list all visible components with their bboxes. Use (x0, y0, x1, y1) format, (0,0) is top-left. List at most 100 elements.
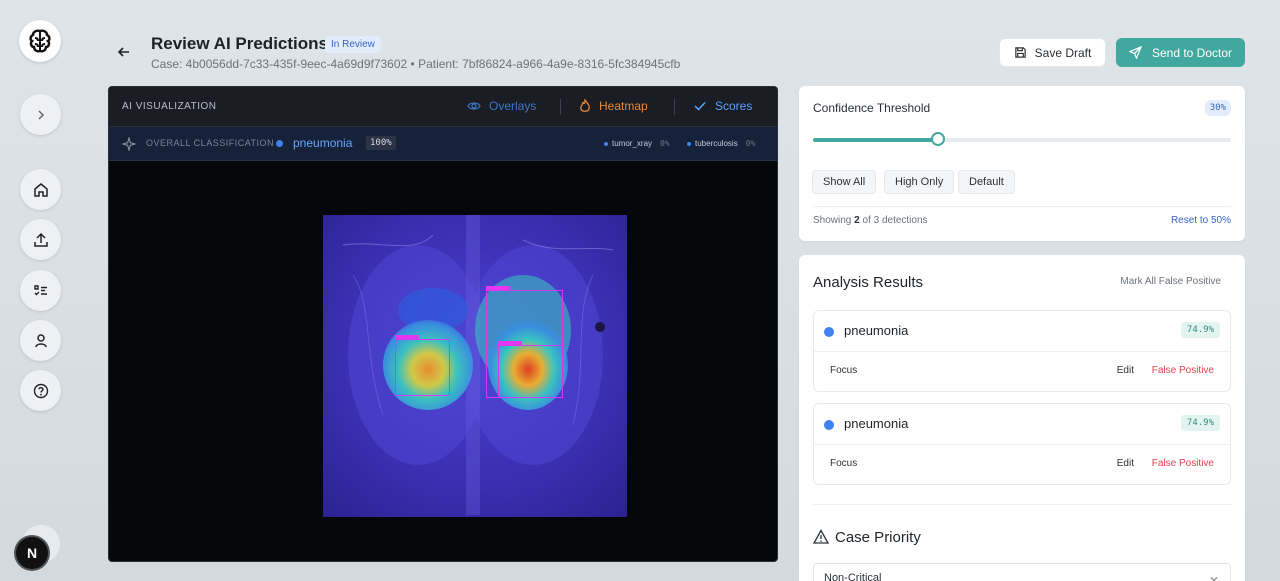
tab-heatmap[interactable]: Heatmap (579, 99, 648, 113)
tab-overlays-label: Overlays (489, 99, 537, 113)
class-dot (687, 141, 691, 146)
tasks-button[interactable] (20, 270, 61, 311)
chevron-right-icon (37, 109, 44, 120)
upload-icon (33, 232, 48, 247)
false-positive-button[interactable]: False Positive (1152, 365, 1214, 376)
visualization-label: AI VISUALIZATION (122, 101, 217, 112)
home-icon (33, 182, 48, 197)
slider-thumb[interactable] (931, 132, 946, 146)
detection-score: 74.9% (1180, 415, 1220, 431)
detection-box-tag (486, 286, 510, 290)
checklist-icon (33, 284, 47, 295)
detections-count-text: Showing 2 of 3 detections (813, 215, 928, 226)
showing-prefix: Showing (813, 215, 852, 226)
eye-icon (467, 102, 481, 110)
other-class-tumor: tumor_xray 0% (604, 139, 670, 148)
status-badge: In Review (325, 36, 381, 53)
edit-button[interactable]: Edit (1117, 458, 1134, 469)
flame-icon (580, 99, 590, 112)
preset-default-button[interactable]: Default (958, 170, 1015, 194)
expand-sidebar-button[interactable] (20, 94, 61, 135)
divider (813, 504, 1231, 505)
profile-button[interactable] (20, 320, 61, 361)
analysis-results-panel: Analysis Results Mark All False Positive… (799, 255, 1245, 581)
visualization-toolbar: AI VISUALIZATION Overlays Heatmap Scores (109, 87, 777, 127)
sidebar: N (0, 0, 82, 581)
classification-label: OVERALL CLASSIFICATION (146, 138, 275, 148)
reset-threshold-link[interactable]: Reset to 50% (1171, 215, 1231, 226)
user-icon (34, 333, 47, 347)
tab-divider (674, 99, 675, 115)
mark-all-false-positive-button[interactable]: Mark All False Positive (1120, 276, 1221, 287)
help-icon (33, 383, 48, 398)
classification-percent: 100% (366, 136, 396, 150)
tab-heatmap-label: Heatmap (599, 99, 648, 113)
tab-divider (560, 99, 561, 115)
confidence-value: 30% (1204, 100, 1231, 116)
help-button[interactable] (20, 370, 61, 411)
divider (814, 351, 1230, 352)
classification-dot (276, 140, 283, 147)
detection-name: pneumonia (844, 323, 909, 338)
sparkle-icon (122, 137, 136, 151)
slider-fill (813, 138, 939, 142)
upload-button[interactable] (20, 219, 61, 260)
case-priority-select[interactable]: Non-Critical (813, 563, 1231, 581)
preset-high-only-button[interactable]: High Only (884, 170, 955, 194)
focus-button[interactable]: Focus (830, 365, 857, 376)
brain-icon[interactable] (19, 20, 61, 62)
detection-box[interactable] (498, 341, 563, 398)
showing-suffix: of 3 detections (862, 215, 928, 226)
analysis-results-title: Analysis Results (813, 274, 924, 291)
send-to-doctor-button[interactable]: Send to Doctor (1116, 38, 1245, 67)
divider (813, 206, 1231, 207)
tab-overlays[interactable]: Overlays (467, 99, 536, 113)
tab-scores-label: Scores (715, 99, 753, 113)
check-icon (694, 101, 706, 111)
case-priority-value: Non-Critical (824, 572, 882, 581)
showing-count: 2 (854, 215, 860, 226)
classification-name: pneumonia (293, 136, 353, 150)
preset-show-all-button[interactable]: Show All (812, 170, 877, 194)
focus-button[interactable]: Focus (830, 458, 857, 469)
detection-dot (824, 327, 834, 337)
class-dot (604, 141, 608, 146)
send-icon (1128, 46, 1142, 59)
chevron-down-icon (1210, 577, 1218, 581)
save-draft-label: Save Draft (1034, 45, 1092, 60)
other-class-percent: 0% (745, 139, 756, 148)
other-class-percent: 0% (660, 139, 670, 148)
case-priority-title: Case Priority (835, 529, 921, 546)
confidence-slider[interactable] (813, 132, 1231, 146)
home-button[interactable] (20, 169, 61, 210)
overall-classification-bar: OVERALL CLASSIFICATION pneumonia 100% tu… (109, 127, 777, 161)
xray-heatmap-image[interactable] (323, 215, 627, 517)
n-badge[interactable]: N (16, 537, 48, 569)
detection-score: 74.9% (1180, 322, 1220, 338)
other-class-tuberculosis: tuberculosis 0% (687, 139, 755, 148)
other-class-name: tumor_xray (612, 139, 653, 148)
detection-box-tag (395, 335, 419, 339)
edit-button[interactable]: Edit (1117, 365, 1134, 376)
page-title: Review AI Predictions (151, 34, 328, 53)
confidence-threshold-panel: Confidence Threshold 30% Show All High O… (799, 86, 1245, 241)
detection-card[interactable]: pneumonia 74.9% Focus Edit False Positiv… (813, 403, 1231, 485)
other-class-name: tuberculosis (695, 139, 738, 148)
save-icon (1014, 47, 1026, 58)
divider (814, 444, 1230, 445)
confidence-title: Confidence Threshold (813, 101, 931, 115)
ai-visualization-panel: AI VISUALIZATION Overlays Heatmap Scores… (108, 86, 778, 562)
detection-name: pneumonia (844, 416, 909, 431)
detection-box-tag (498, 341, 522, 345)
case-patient-info: Case: 4b0056dd-7c33-435f-9eec-4a69d9f736… (151, 57, 681, 71)
detection-card[interactable]: pneumonia 74.9% Focus Edit False Positiv… (813, 310, 1231, 392)
warning-icon (813, 529, 829, 544)
detection-box[interactable] (395, 335, 450, 396)
page-header: Review AI Predictions In Review Case: 4b… (110, 30, 1250, 80)
false-positive-button[interactable]: False Positive (1152, 458, 1214, 469)
back-arrow-icon[interactable] (116, 44, 132, 60)
tab-scores[interactable]: Scores (693, 99, 752, 113)
send-to-doctor-label: Send to Doctor (1151, 45, 1233, 60)
detection-dot (824, 420, 834, 430)
save-draft-button[interactable]: Save Draft (999, 38, 1106, 67)
